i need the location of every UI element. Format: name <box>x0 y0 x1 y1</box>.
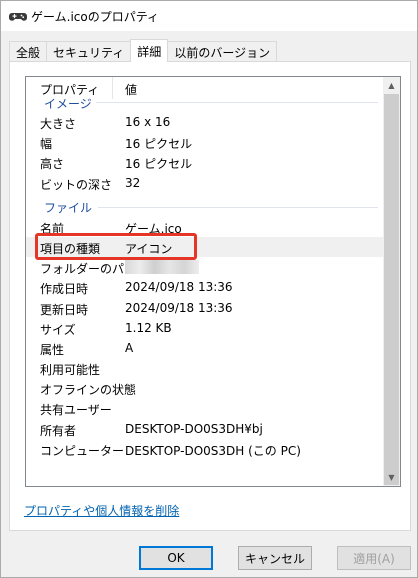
group-header-image: イメージ <box>26 97 384 112</box>
dialog-buttons: OK キャンセル 適用(A) <box>1 546 417 570</box>
list-item[interactable]: フォルダーのパス <box>26 257 384 277</box>
property-name: 高さ <box>40 157 65 172</box>
list-item[interactable]: ビットの深さ 32 <box>26 173 384 193</box>
title-bar: ゲーム.icoのプロパティ <box>1 1 417 31</box>
list-item[interactable]: 更新日時 2024/09/18 13:36 <box>26 298 384 318</box>
list-item[interactable]: 共有ユーザー <box>26 398 384 418</box>
list-item[interactable]: 利用可能性 <box>26 358 384 378</box>
property-name: 利用可能性 <box>40 363 101 378</box>
list-item[interactable]: 高さ 16 ピクセル <box>26 152 384 172</box>
list-item[interactable]: 作成日時 2024/09/18 13:36 <box>26 277 384 297</box>
details-panel: プロパティ 値 イメージ 大きさ 16 x 16 幅 16 ピクセル 高さ 16… <box>9 61 411 531</box>
tab-bar: 全般 セキュリティ 詳細 以前のバージョン <box>9 39 278 62</box>
list-item[interactable]: 大きさ 16 x 16 <box>26 112 384 132</box>
scroll-down-icon[interactable]: ▼ <box>383 469 400 486</box>
vertical-scrollbar[interactable]: ▲ ▼ <box>383 77 400 486</box>
window-title: ゲーム.icoのプロパティ <box>31 10 160 24</box>
property-name: 属性 <box>40 342 65 357</box>
group-header-file: ファイル <box>26 193 384 217</box>
cancel-button[interactable]: キャンセル <box>238 546 312 570</box>
property-name: 共有ユーザー <box>40 403 112 418</box>
property-name: フォルダーのパス <box>40 262 137 277</box>
column-separator[interactable] <box>112 77 113 99</box>
property-name: 作成日時 <box>40 282 89 297</box>
property-name: オフラインの状態 <box>40 383 137 398</box>
details-list[interactable]: プロパティ 値 イメージ 大きさ 16 x 16 幅 16 ピクセル 高さ 16… <box>25 76 401 487</box>
scroll-thumb[interactable] <box>384 94 399 485</box>
property-name: サイズ <box>40 322 76 337</box>
property-value: 2024/09/18 13:36 <box>125 280 233 295</box>
property-value: 2024/09/18 13:36 <box>125 300 233 315</box>
property-value: 16 ピクセル <box>125 157 193 172</box>
property-value: 32 <box>125 175 141 190</box>
list-item[interactable]: 幅 16 ピクセル <box>26 132 384 152</box>
list-item[interactable]: 属性 A <box>26 338 384 358</box>
property-value: DESKTOP-DO0S3DH¥bj <box>125 421 263 436</box>
remove-properties-link[interactable]: プロパティや個人情報を削除 <box>24 502 179 519</box>
scroll-up-icon[interactable]: ▲ <box>383 77 400 94</box>
tab-previous-versions[interactable]: 以前のバージョン <box>167 41 278 62</box>
tab-security[interactable]: セキュリティ <box>46 41 132 62</box>
list-item[interactable]: コンピューター DESKTOP-DO0S3DH (この PC) <box>26 439 384 459</box>
property-name: ビットの深さ <box>40 177 113 192</box>
property-value: 1.12 KB <box>125 320 172 335</box>
list-item[interactable]: オフラインの状態 <box>26 378 384 398</box>
property-value: 16 ピクセル <box>125 137 193 152</box>
list-item-selected[interactable]: 項目の種類 アイコン <box>26 232 384 260</box>
tab-general[interactable]: 全般 <box>9 41 48 62</box>
group-label: ファイル <box>44 200 93 215</box>
property-name: 更新日時 <box>40 302 89 317</box>
list-rows: イメージ 大きさ 16 x 16 幅 16 ピクセル 高さ 16 ピクセル ビッ… <box>26 97 384 459</box>
property-name: 幅 <box>40 137 53 152</box>
property-value: A <box>125 340 134 355</box>
highlight-annotation <box>35 232 197 260</box>
properties-dialog: ゲーム.icoのプロパティ 全般 セキュリティ 詳細 以前のバージョン プロパテ… <box>0 0 418 578</box>
redacted-path <box>125 260 199 275</box>
property-value: DESKTOP-DO0S3DH (この PC) <box>125 443 301 458</box>
apply-button[interactable]: 適用(A) <box>337 546 411 570</box>
tab-details[interactable]: 詳細 <box>130 39 169 62</box>
property-name: 大きさ <box>40 117 77 131</box>
list-item[interactable]: 所有者 DESKTOP-DO0S3DH¥bj <box>26 419 384 439</box>
list-item[interactable]: サイズ 1.12 KB <box>26 318 384 338</box>
property-value: 16 x 16 <box>125 115 171 129</box>
group-divider <box>98 206 378 208</box>
property-name: コンピューター <box>40 443 125 458</box>
group-label: イメージ <box>44 97 92 111</box>
property-name: 所有者 <box>40 423 77 438</box>
group-divider <box>96 102 378 103</box>
ok-button[interactable]: OK <box>139 546 213 570</box>
column-header-value[interactable]: 値 <box>125 81 137 98</box>
gamepad-icon <box>9 13 27 21</box>
